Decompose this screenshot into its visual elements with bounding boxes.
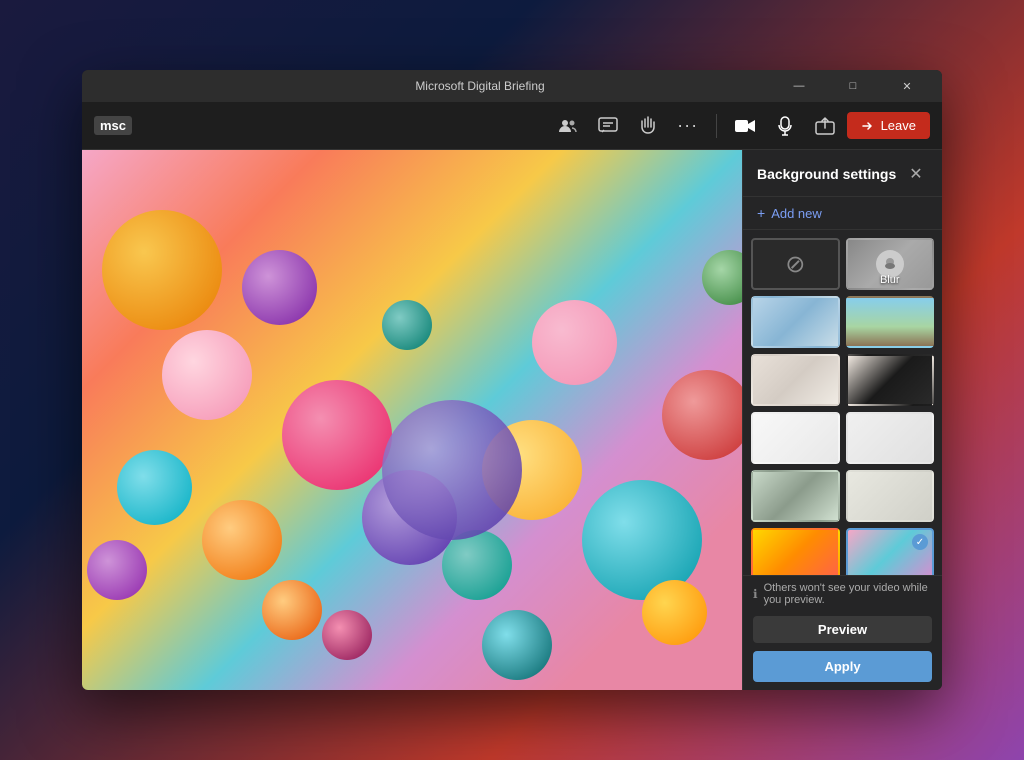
more-button[interactable]: ··· bbox=[670, 108, 706, 144]
thumb-white2[interactable] bbox=[846, 412, 935, 464]
info-icon: ℹ bbox=[753, 587, 758, 601]
thumb-office1[interactable] bbox=[751, 296, 840, 348]
toolbar-actions: ··· bbox=[550, 108, 930, 144]
preview-button[interactable]: Preview bbox=[753, 616, 932, 643]
thumb-none[interactable]: ⊘ bbox=[751, 238, 840, 290]
main-window: Microsoft Digital Briefing — □ ✕ msc bbox=[82, 70, 942, 690]
thumb-blur[interactable]: Blur bbox=[846, 238, 935, 290]
add-new-label: Add new bbox=[771, 206, 822, 221]
chat-button[interactable] bbox=[590, 108, 626, 144]
maximize-button[interactable]: □ bbox=[830, 70, 876, 102]
selected-checkmark: ✓ bbox=[912, 534, 928, 550]
add-new-button[interactable]: + Add new bbox=[743, 197, 942, 230]
background-settings-panel: Background settings ✕ + Add new ⊘ bbox=[742, 150, 942, 690]
minimize-button[interactable]: — bbox=[776, 70, 822, 102]
close-button[interactable]: ✕ bbox=[884, 70, 930, 102]
leave-button[interactable]: Leave bbox=[847, 112, 930, 139]
logo: msc bbox=[94, 116, 132, 135]
background-thumbnails: ⊘ Blur bbox=[743, 230, 942, 575]
mic-button[interactable] bbox=[767, 108, 803, 144]
toolbar: msc bbox=[82, 102, 942, 150]
apply-button[interactable]: Apply bbox=[753, 651, 932, 682]
window-title: Microsoft Digital Briefing bbox=[184, 79, 776, 93]
thumb-white1[interactable] bbox=[751, 412, 840, 464]
close-panel-button[interactable]: ✕ bbox=[904, 162, 928, 186]
raise-hand-button[interactable] bbox=[630, 108, 666, 144]
add-new-icon: + bbox=[757, 205, 765, 221]
thumb-loft[interactable] bbox=[751, 470, 840, 522]
info-row: ℹ Others won't see your video while you … bbox=[743, 575, 942, 612]
video-button[interactable] bbox=[727, 108, 763, 144]
thumb-outdoor[interactable] bbox=[846, 296, 935, 348]
thumb-yellow[interactable] bbox=[751, 528, 840, 575]
blur-label: Blur bbox=[848, 274, 933, 286]
title-bar: Microsoft Digital Briefing — □ ✕ bbox=[82, 70, 942, 102]
thumb-minimal[interactable] bbox=[846, 470, 935, 522]
video-canvas bbox=[82, 150, 742, 690]
video-area bbox=[82, 150, 742, 690]
share-button[interactable] bbox=[807, 108, 843, 144]
window-controls: — □ ✕ bbox=[776, 70, 930, 102]
panel-header: Background settings ✕ bbox=[743, 150, 942, 197]
participants-button[interactable] bbox=[550, 108, 586, 144]
thumb-balls[interactable]: ✓ bbox=[846, 528, 935, 575]
info-text: Others won't see your video while you pr… bbox=[764, 582, 932, 606]
main-content: Background settings ✕ + Add new ⊘ bbox=[82, 150, 942, 690]
thumb-art[interactable] bbox=[846, 354, 935, 406]
thumb-room1[interactable] bbox=[751, 354, 840, 406]
panel-title: Background settings bbox=[757, 166, 896, 182]
